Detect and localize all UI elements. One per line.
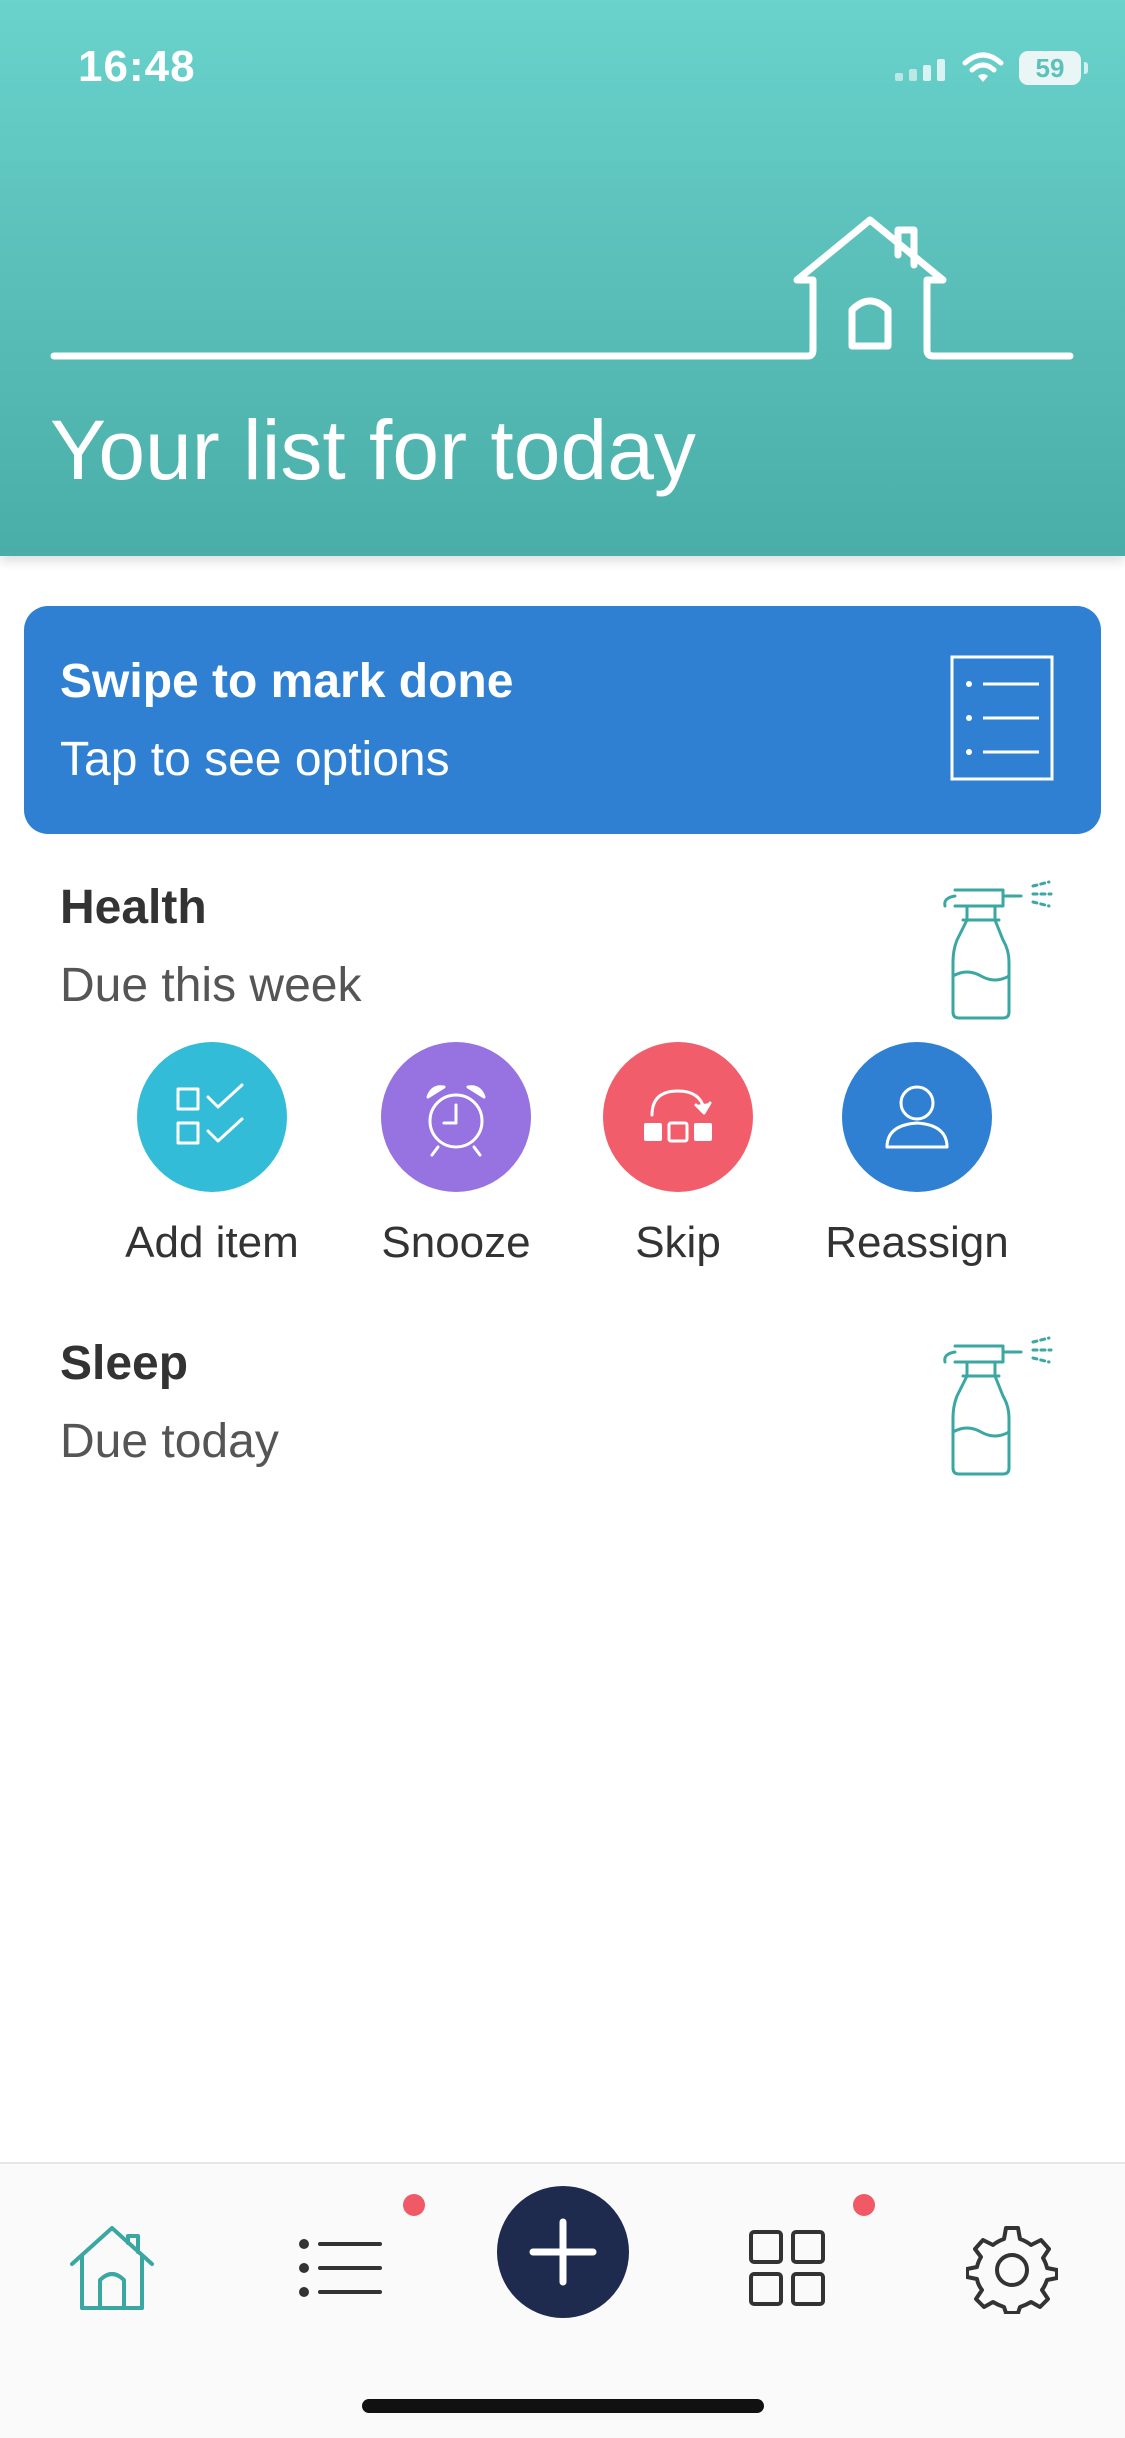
status-time: 16:48: [78, 42, 196, 91]
task-sleep[interactable]: Sleep Due today: [0, 1326, 1125, 1486]
person-icon: [842, 1042, 992, 1192]
reassign-label: Reassign: [825, 1218, 1009, 1267]
task-title: Sleep: [60, 1337, 189, 1390]
task-health[interactable]: Health Due this week: [0, 870, 1125, 1030]
grid-icon: [749, 2230, 825, 2306]
checklist-icon: [137, 1042, 287, 1192]
spray-bottle-icon: [943, 880, 1053, 1020]
spray-bottle-icon: [943, 1336, 1053, 1476]
alarm-clock-icon: [381, 1042, 531, 1192]
grid-notification-badge: [853, 2194, 875, 2216]
skip-button[interactable]: Skip: [563, 1042, 793, 1268]
add-item-label: Add item: [125, 1218, 299, 1267]
status-icons: 59: [893, 48, 1088, 88]
add-button[interactable]: [497, 2186, 629, 2318]
house-illustration: [50, 216, 1074, 360]
plus-icon: [529, 2218, 597, 2286]
home-icon: [70, 2226, 154, 2310]
nav-list[interactable]: [278, 2208, 398, 2328]
signal-icon: [895, 59, 945, 81]
task-due: Due today: [60, 1415, 279, 1468]
reassign-button[interactable]: Reassign: [802, 1042, 1032, 1268]
list-notification-badge: [403, 2194, 425, 2216]
bottom-nav: [0, 2162, 1125, 2438]
list-icon: [950, 655, 1054, 781]
banner-line-swipe: Swipe to mark done: [60, 655, 514, 708]
snooze-label: Snooze: [381, 1218, 531, 1267]
header: 16:48 59 Your list for today: [0, 0, 1125, 556]
nav-home[interactable]: [52, 2208, 172, 2328]
gear-icon: [966, 2226, 1058, 2314]
task-due: Due this week: [60, 959, 362, 1012]
banner-line-tap: Tap to see options: [60, 733, 450, 786]
home-indicator: [362, 2399, 764, 2413]
instructions-banner[interactable]: Swipe to mark done Tap to see options: [24, 606, 1101, 834]
nav-settings[interactable]: [952, 2208, 1072, 2328]
skip-label: Skip: [635, 1218, 721, 1267]
task-actions: Add item Snooze Skip Reassign: [0, 1042, 1125, 1282]
list-icon: [299, 2239, 382, 2297]
battery-indicator: 59: [1019, 51, 1088, 85]
nav-grid[interactable]: [727, 2208, 847, 2328]
page-title: Your list for today: [50, 403, 696, 497]
add-item-button[interactable]: Add item: [97, 1042, 327, 1268]
wifi-icon: [962, 52, 1004, 82]
skip-icon: [603, 1042, 753, 1192]
battery-level: 59: [1035, 52, 1065, 83]
snooze-button[interactable]: Snooze: [341, 1042, 571, 1268]
task-title: Health: [60, 881, 207, 934]
